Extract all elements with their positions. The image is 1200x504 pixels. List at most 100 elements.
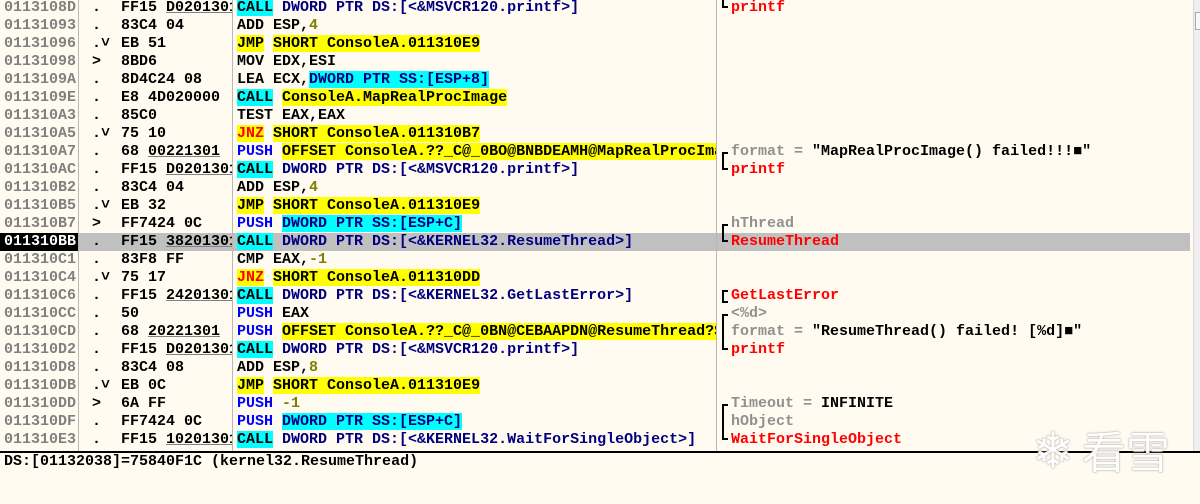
comment-cell[interactable] (720, 35, 1190, 53)
comment-cell[interactable] (720, 179, 1190, 197)
address-cell[interactable]: 011310DB (0, 377, 78, 395)
address-cell[interactable]: 01131093 (0, 17, 78, 35)
comment-cell[interactable] (720, 107, 1190, 125)
address-cell[interactable]: 011310A5 (0, 125, 78, 143)
address-cell[interactable]: 011310B5 (0, 197, 78, 215)
column-divider[interactable] (78, 0, 79, 452)
comment-cell[interactable]: format = "ResumeThread() failed! [%d]■" (720, 323, 1190, 341)
scrollbar-thumb[interactable] (1195, 12, 1200, 30)
instruction-cell[interactable]: CALL DWORD PTR DS:[<&MSVCR120.printf>] (237, 341, 716, 359)
instruction-cell[interactable]: JNZ SHORT ConsoleA.011310B7 (237, 125, 716, 143)
disasm-row[interactable]: 011310A5 .˅ 75 10 JNZ SHORT ConsoleA.011310… (0, 125, 1193, 143)
hex-dump-cell[interactable]: FF15 D0201301 (121, 0, 232, 17)
address-cell[interactable]: 011310B2 (0, 179, 78, 197)
instruction-cell[interactable]: TEST EAX,EAX (237, 107, 716, 125)
disasm-row[interactable]: 011310B2. 83C4 04 ADD ESP,4 (0, 179, 1193, 197)
column-divider[interactable] (232, 0, 233, 452)
disasm-row[interactable]: 0113109A. 8D4C24 08 LEA ECX,DWORD PTR SS:[… (0, 71, 1193, 89)
comment-cell[interactable]: <%d> (720, 305, 1190, 323)
address-cell[interactable]: 011310AC (0, 161, 78, 179)
disasm-row[interactable]: 011310C4 .˅ 75 17 JNZ SHORT ConsoleA.011310… (0, 269, 1193, 287)
address-cell[interactable]: 011310D2 (0, 341, 78, 359)
instruction-cell[interactable]: CALL DWORD PTR DS:[<&KERNEL32.WaitForSin… (237, 431, 716, 449)
disasm-row[interactable]: 01131096 .˅ EB 51 JMP SHORT ConsoleA.011310… (0, 35, 1193, 53)
comment-cell[interactable] (720, 53, 1190, 71)
disasm-row[interactable]: 011310D2. FF15 D0201301 CALL DWORD PTR DS:… (0, 341, 1193, 359)
instruction-cell[interactable]: CALL ConsoleA.MapRealProcImage (237, 89, 716, 107)
comment-cell[interactable] (720, 89, 1190, 107)
instruction-cell[interactable]: JMP SHORT ConsoleA.011310E9 (237, 35, 716, 53)
address-cell[interactable]: 011310E3 (0, 431, 78, 449)
hex-dump-cell[interactable]: 68 00221301 (121, 143, 232, 161)
disasm-row[interactable]: 011310A7. 68 00221301 PUSH OFFSET ConsoleA… (0, 143, 1193, 161)
hex-dump-cell[interactable]: 8BD6 (121, 53, 232, 71)
address-cell[interactable]: 011310A3 (0, 107, 78, 125)
address-cell[interactable]: 011310CC (0, 305, 78, 323)
instruction-cell[interactable]: CALL DWORD PTR DS:[<&MSVCR120.printf>] (237, 0, 716, 17)
vertical-scrollbar[interactable] (1193, 0, 1200, 451)
hex-dump-cell[interactable]: EB 32 (121, 197, 232, 215)
comment-cell[interactable] (720, 359, 1190, 377)
comment-cell[interactable]: printf (720, 161, 1190, 179)
comment-cell[interactable] (720, 269, 1190, 287)
hex-dump-cell[interactable]: EB 0C (121, 377, 232, 395)
instruction-cell[interactable]: CALL DWORD PTR DS:[<&KERNEL32.ResumeThre… (237, 233, 716, 251)
disasm-row[interactable]: 011310A3. 85C0 TEST EAX,EAX (0, 107, 1193, 125)
comment-cell[interactable] (720, 125, 1190, 143)
instruction-cell[interactable]: PUSH DWORD PTR SS:[ESP+C] (237, 413, 716, 431)
instruction-cell[interactable]: PUSH OFFSET ConsoleA.??_C@_0BO@BNBDEAMH@… (237, 143, 716, 161)
disassembly-pane[interactable]: 0113108D. FF15 D0201301 CALL DWORD PTR DS:… (0, 0, 1193, 451)
hex-dump-cell[interactable]: 75 17 (121, 269, 232, 287)
hex-dump-cell[interactable]: FF15 D0201301 (121, 341, 232, 359)
address-cell[interactable]: 011310BB (0, 233, 78, 251)
instruction-cell[interactable]: CALL DWORD PTR DS:[<&MSVCR120.printf>] (237, 161, 716, 179)
address-cell[interactable]: 011310A7 (0, 143, 78, 161)
comment-cell[interactable] (720, 251, 1190, 269)
address-cell[interactable]: 0113108D (0, 0, 78, 17)
hex-dump-cell[interactable]: 8D4C24 08 (121, 71, 232, 89)
hex-dump-cell[interactable]: EB 51 (121, 35, 232, 53)
disasm-row[interactable]: 011310DF. FF7424 0C PUSH DWORD PTR SS:[ESP… (0, 413, 1193, 431)
address-cell[interactable]: 011310C1 (0, 251, 78, 269)
address-cell[interactable]: 011310C6 (0, 287, 78, 305)
comment-cell[interactable]: GetLastError (720, 287, 1190, 305)
hex-dump-cell[interactable]: FF7424 0C (121, 413, 232, 431)
hex-dump-cell[interactable]: 75 10 (121, 125, 232, 143)
instruction-cell[interactable]: PUSH EAX (237, 305, 716, 323)
hex-dump-cell[interactable]: FF7424 0C (121, 215, 232, 233)
hex-dump-cell[interactable]: 6A FF (121, 395, 232, 413)
hex-dump-cell[interactable]: FF15 24201301 (121, 287, 232, 305)
instruction-cell[interactable]: ADD ESP,4 (237, 179, 716, 197)
comment-cell[interactable]: Timeout = INFINITE (720, 395, 1190, 413)
hex-dump-cell[interactable]: 85C0 (121, 107, 232, 125)
comment-cell[interactable]: format = "MapRealProcImage() failed!!!■" (720, 143, 1190, 161)
disasm-row[interactable]: 011310B7 > FF7424 0C PUSH DWORD PTR SS:[ESP… (0, 215, 1193, 233)
hex-dump-cell[interactable]: FF15 38201301 (121, 233, 232, 251)
address-cell[interactable]: 0113109E (0, 89, 78, 107)
disasm-row[interactable]: 011310AC. FF15 D0201301 CALL DWORD PTR DS:… (0, 161, 1193, 179)
address-cell[interactable]: 011310D8 (0, 359, 78, 377)
disasm-row[interactable]: 011310BB. FF15 38201301 CALL DWORD PTR DS:… (0, 233, 1193, 251)
instruction-cell[interactable]: PUSH -1 (237, 395, 716, 413)
disasm-row[interactable]: 011310C1. 83F8 FF CMP EAX,-1 (0, 251, 1193, 269)
disasm-row[interactable]: 011310CC. 50 PUSH EAX <%d> (0, 305, 1193, 323)
address-cell[interactable]: 0113109A (0, 71, 78, 89)
column-divider[interactable] (716, 0, 717, 452)
instruction-cell[interactable]: PUSH OFFSET ConsoleA.??_C@_0BN@CEBAAPDN@… (237, 323, 716, 341)
comment-cell[interactable] (720, 71, 1190, 89)
instruction-cell[interactable]: JNZ SHORT ConsoleA.011310DD (237, 269, 716, 287)
disasm-row[interactable]: 0113109E. E8 4D020000 CALL ConsoleA.MapRea… (0, 89, 1193, 107)
disasm-row[interactable]: 01131093. 83C4 04 ADD ESP,4 (0, 17, 1193, 35)
instruction-cell[interactable]: MOV EDX,ESI (237, 53, 716, 71)
comment-cell[interactable]: hThread (720, 215, 1190, 233)
disasm-row[interactable]: 011310B5 .˅ EB 32 JMP SHORT ConsoleA.011310… (0, 197, 1193, 215)
address-cell[interactable]: 011310C4 (0, 269, 78, 287)
disasm-row[interactable]: 011310DD >6A FF PUSH -1 Timeout = INFINITE (0, 395, 1193, 413)
instruction-cell[interactable]: PUSH DWORD PTR SS:[ESP+C] (237, 215, 716, 233)
comment-cell[interactable]: printf (720, 341, 1190, 359)
address-cell[interactable]: 01131098 (0, 53, 78, 71)
comment-cell[interactable] (720, 17, 1190, 35)
hex-dump-cell[interactable]: 50 (121, 305, 232, 323)
hex-dump-cell[interactable]: FF15 10201301 (121, 431, 232, 449)
disasm-row[interactable]: 011310E3. FF15 10201301 CALL DWORD PTR DS:… (0, 431, 1193, 449)
